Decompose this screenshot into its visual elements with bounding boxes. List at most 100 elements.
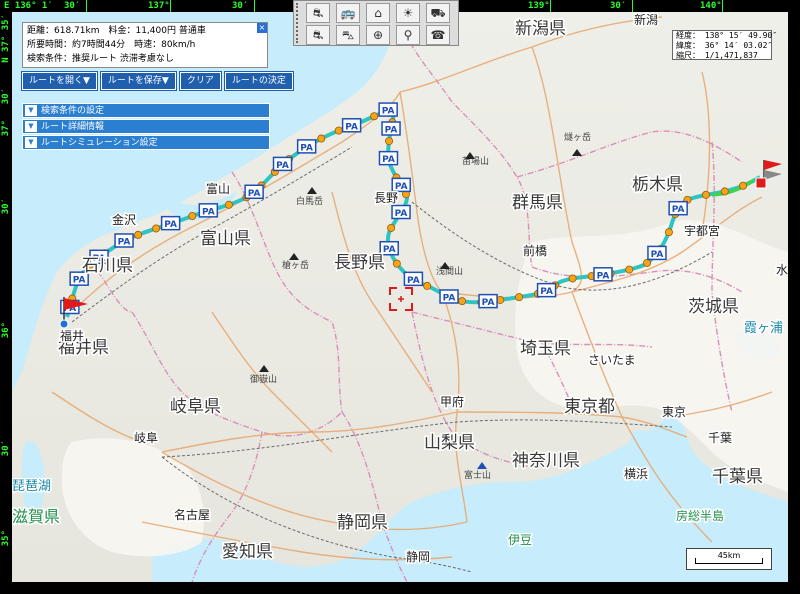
map-canvas[interactable]: PA PA PA PA PA PA PA PA PA PA PA PA PA PA PA PA PA PA PA PA…: [12, 12, 788, 582]
parking-area-badge[interactable]: PA: [478, 293, 498, 309]
bus-icon[interactable]: 🚌: [336, 3, 360, 23]
parking-area-badge-label: PA: [651, 250, 664, 260]
city-label-maebashi: 前橋: [523, 243, 547, 258]
route-waypoint: [625, 265, 634, 274]
parking-area-badge-label: PA: [482, 298, 495, 308]
save-route-button[interactable]: ルートを保存▼: [99, 71, 177, 91]
mountain-label-shirouma: 白馬岳: [296, 195, 323, 207]
route-summary-line2: 所要時間：約7時間44分 時速：80km/h: [27, 40, 196, 50]
scale-bar-line: [695, 563, 763, 564]
parking-area-badge-label: PA: [345, 122, 358, 132]
city-label-gifu: 岐阜: [134, 431, 158, 445]
route-waypoint: [515, 293, 524, 302]
pref-label-saitama: 埼玉県: [520, 339, 571, 359]
parking-area-badge-label: PA: [382, 155, 395, 165]
walk-icon[interactable]: ⚲: [396, 25, 420, 45]
weather-icon[interactable]: ☀: [396, 3, 420, 23]
pref-label-nagano: 長野県: [334, 253, 385, 273]
parking-area-badge[interactable]: PA: [536, 282, 557, 298]
route-summary-panel: 距離：618.71km 料金：11,400円 普通車 所要時間：約7時間44分 …: [22, 22, 268, 68]
route-waypoint: [224, 200, 233, 209]
route-button-row: ルートを開く▼ ルートを保存▼ クリア ルートの決定: [21, 71, 294, 91]
pref-label-niigata: 新潟県: [515, 19, 566, 39]
parking-area-badge[interactable]: PA: [439, 289, 459, 304]
crosshair-icon[interactable]: ⊕: [366, 25, 390, 45]
parking-area-badge[interactable]: PA: [160, 215, 181, 231]
search-settings-header[interactable]: ▼ 検索条件の設定: [22, 103, 270, 118]
parking-area-badge[interactable]: PA: [391, 177, 411, 193]
chevron-down-icon: ▼: [25, 121, 37, 132]
city-label-mito: 水: [776, 263, 788, 277]
parking-area-badge[interactable]: PA: [244, 184, 264, 200]
latitude-label: 36°: [1, 322, 11, 339]
route-waypoint: [701, 190, 710, 199]
route-waypoint: [643, 258, 652, 267]
open-route-button[interactable]: ルートを開く▼: [21, 71, 98, 91]
clear-button[interactable]: クリア: [178, 71, 222, 91]
parking-area-badge[interactable]: PA: [114, 233, 134, 248]
parking-area-badge-label: PA: [385, 125, 398, 135]
parking-area-badge-label: PA: [248, 189, 261, 199]
traffic-icon[interactable]: ⛍: [336, 25, 360, 45]
feature-label-boso: 房総半島: [676, 508, 724, 523]
longitude-tick: [170, 0, 171, 12]
longitude-label: 140°: [700, 1, 722, 11]
frame-bottom: [0, 582, 800, 594]
highway-icon[interactable]: ⛐: [306, 3, 330, 23]
road-icon[interactable]: ⛐: [306, 25, 330, 45]
parking-area-badge[interactable]: PA: [378, 102, 398, 117]
route-waypoint: [370, 112, 379, 121]
scale-readout: 縮尺： 1/1,471,837: [676, 51, 758, 60]
parking-area-badge[interactable]: PA: [296, 139, 317, 154]
parking-area-badge[interactable]: PA: [668, 200, 688, 216]
city-label-yokohama: 横浜: [624, 467, 648, 481]
pref-label-gunma: 群馬県: [512, 193, 563, 213]
route-waypoint: [317, 134, 326, 143]
scale-bar-tick-right: [762, 558, 763, 563]
parking-area-badge[interactable]: PA: [381, 121, 401, 136]
parking-area-badge[interactable]: PA: [341, 118, 362, 133]
telephone-icon[interactable]: ☎: [426, 25, 450, 45]
map-toolbar: ⛐ 🚌 ⌂ ☀ ⛟ ⛐ ⛍ ⊕ ⚲ ☎: [293, 0, 459, 46]
city-label-utsunomiya: 宇都宮: [684, 223, 720, 238]
parking-area-badge[interactable]: PA: [378, 150, 399, 166]
route-simulation-header[interactable]: ▼ ルートシミュレーション設定: [22, 135, 270, 150]
city-label-chiba: 千葉: [708, 431, 732, 445]
feature-label-kasumigaura: 霞ヶ浦: [744, 321, 783, 336]
parking-area-badge[interactable]: PA: [403, 271, 424, 287]
toolbar-grip[interactable]: [296, 3, 302, 43]
route-waypoint: [664, 228, 673, 237]
car-icon[interactable]: ⛟: [426, 3, 450, 23]
longitude-label: 30′: [232, 1, 249, 11]
route-simulation-label: ルートシミュレーション設定: [41, 138, 158, 148]
pref-label-tokyo: 東京都: [564, 397, 615, 417]
frame-right: [788, 0, 800, 594]
parking-area-badge[interactable]: PA: [198, 203, 219, 218]
house-icon[interactable]: ⌂: [366, 3, 390, 23]
latitude-label: N 37° 35′: [1, 14, 11, 63]
scale-bar-label: 45km: [717, 551, 741, 560]
scale-bar-tick-left: [695, 558, 696, 563]
parking-area-badge[interactable]: PA: [593, 267, 613, 282]
route-waypoint: [152, 224, 161, 233]
pref-label-tochigi: 栃木県: [632, 175, 683, 195]
parking-area-badge[interactable]: PA: [391, 204, 411, 220]
city-label-kanazawa: 金沢: [112, 212, 136, 227]
close-icon[interactable]: ×: [257, 23, 267, 33]
parking-area-badge-label: PA: [672, 205, 685, 215]
parking-area-badge-label: PA: [202, 207, 215, 217]
pref-label-shiga: 滋賀県: [12, 507, 60, 526]
city-label-fukui: 福井: [60, 328, 84, 343]
city-label-saitama: さいたま: [588, 353, 636, 367]
parking-area-badge-label: PA: [407, 276, 420, 286]
pref-label-ishikawa: 石川県: [82, 256, 133, 276]
latitude-label: 30′: [1, 88, 11, 105]
mountain-label-asama: 浅間山: [436, 265, 463, 277]
parking-area-badge[interactable]: PA: [647, 245, 667, 261]
parking-area-badge[interactable]: PA: [272, 156, 293, 172]
confirm-route-button[interactable]: ルートの決定: [223, 71, 294, 91]
route-waypoint: [134, 230, 143, 239]
route-detail-header[interactable]: ▼ ルート詳細情報: [22, 119, 270, 134]
coordinate-readout: 経度： 138° 15′ 49.90″ 緯度： 36° 14′ 03.02″ 縮…: [672, 30, 777, 60]
longitude-tick: [632, 0, 633, 12]
